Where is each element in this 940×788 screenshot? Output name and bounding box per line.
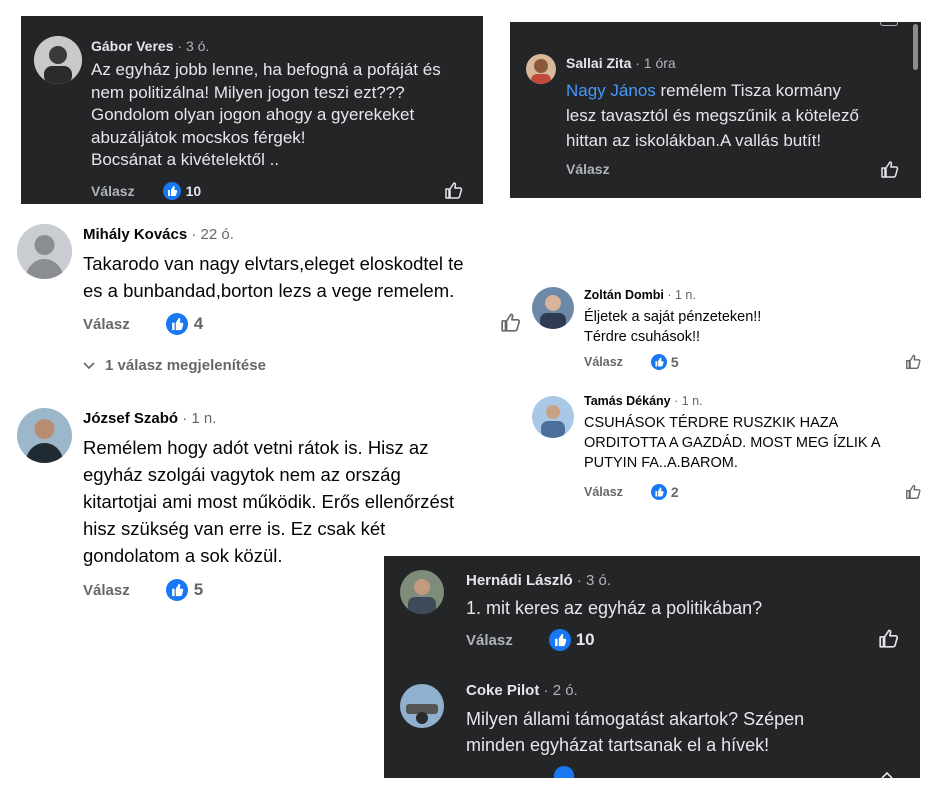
reply-button[interactable]: Válasz [466, 632, 513, 649]
like-count[interactable]: 2 [650, 484, 679, 500]
like-count[interactable]: 5 [650, 354, 679, 370]
comment-card: Hernádi László · 3 ó. 1. mit keres az eg… [384, 556, 920, 778]
reply-button[interactable]: Válasz [584, 485, 623, 499]
like-button-icon[interactable] [905, 483, 922, 505]
comment-author[interactable]: Tamás Dékány · 1 n. [584, 394, 703, 408]
like-count[interactable]: 10 [548, 629, 595, 651]
like-count[interactable]: 4 [165, 313, 203, 335]
comment-actions: Válasz 4 [83, 313, 203, 335]
avatar[interactable] [34, 36, 82, 84]
avatar[interactable] [17, 224, 72, 279]
like-button-icon[interactable] [444, 180, 464, 204]
view-replies-link[interactable]: 1 válasz megjelenítése [83, 357, 266, 374]
like-icon [162, 182, 181, 200]
comment-author[interactable]: József Szabó · 1 n. [83, 410, 216, 427]
comment-author[interactable]: Mihály Kovács · 22 ó. [83, 226, 234, 243]
like-button-icon[interactable] [878, 627, 900, 654]
like-count[interactable]: 10 [162, 182, 201, 200]
comment-author[interactable]: Sallai Zita · 1 óra [566, 55, 676, 71]
comment-actions: Válasz 5 [584, 354, 679, 370]
like-icon [165, 313, 188, 335]
comment-actions: Válasz 2 [584, 484, 679, 500]
comment-text: Nagy János remélem Tisza kormány lesz ta… [566, 81, 859, 150]
like-count[interactable]: 5 [165, 579, 203, 601]
comment-actions: Válasz 10 [466, 629, 595, 651]
comment-actions: Válasz 5 [83, 579, 203, 601]
avatar[interactable] [532, 396, 574, 438]
reply-button[interactable]: Válasz [566, 161, 610, 177]
like-icon [554, 766, 574, 778]
like-button-icon[interactable] [880, 159, 900, 184]
comment-author[interactable]: Zoltán Dombi · 1 n. [584, 288, 696, 302]
comment-author[interactable]: Coke Pilot · 2 ó. [466, 682, 578, 699]
chevron-down-icon [83, 357, 95, 374]
reply-button[interactable]: Válasz [83, 582, 130, 599]
comment-card: Gábor Veres · 3 ó. Az egyház jobb lenne,… [21, 16, 483, 204]
comment-actions: Válasz 10 [91, 182, 201, 200]
comment-author[interactable]: Hernádi László · 3 ó. [466, 572, 611, 589]
reply-button[interactable]: Válasz [584, 355, 623, 369]
mention-link[interactable]: Nagy János [566, 81, 656, 100]
comment-actions: Válasz [566, 161, 610, 177]
scrollbar[interactable] [913, 24, 918, 70]
menu-icon[interactable] [880, 22, 898, 26]
comment-text: Remélem hogy adót vetni rátok is. Hisz a… [83, 437, 455, 566]
chevron-up-icon[interactable] [881, 766, 893, 778]
avatar[interactable] [17, 408, 72, 463]
like-icon [548, 629, 571, 651]
comment-card: Sallai Zita · 1 óra Nagy János remélem T… [510, 22, 921, 198]
comment-text: Milyen állami támogatást akartok? Szépen… [466, 709, 805, 755]
comment-author[interactable]: Gábor Veres · 3 ó. [91, 38, 209, 54]
avatar[interactable] [400, 684, 444, 728]
like-button-icon[interactable] [500, 311, 522, 338]
reply-button[interactable]: Válasz [83, 316, 130, 333]
reply-button[interactable]: Válasz [91, 183, 135, 199]
comment-card: Mihály Kovács · 22 ó. Takarodo van nagy … [0, 210, 530, 390]
comment-text: 1. mit keres az egyház a politikában? [466, 598, 763, 618]
comment-card: Zoltán Dombi · 1 n. Éljetek a saját pénz… [530, 276, 940, 380]
avatar[interactable] [532, 287, 574, 329]
like-icon [165, 579, 188, 601]
avatar[interactable] [400, 570, 444, 614]
comment-card: Tamás Dékány · 1 n. CSUHÁSOK TÉRDRE RUSZ… [530, 386, 940, 508]
like-button-icon[interactable] [905, 353, 922, 375]
comment-text: Éljetek a saját pénzeteken!! Térdre csuh… [584, 309, 762, 345]
comment-text: CSUHÁSOK TÉRDRE RUSZKIK HAZA ORDITOTTA A… [584, 415, 881, 471]
like-icon [650, 354, 667, 370]
comment-text: Takarodo van nagy elvtars,eleget eloskod… [83, 253, 464, 301]
like-icon [650, 484, 667, 500]
comment-text: Az egyház jobb lenne, ha befogná a pofáj… [91, 60, 441, 169]
avatar[interactable] [526, 54, 556, 84]
